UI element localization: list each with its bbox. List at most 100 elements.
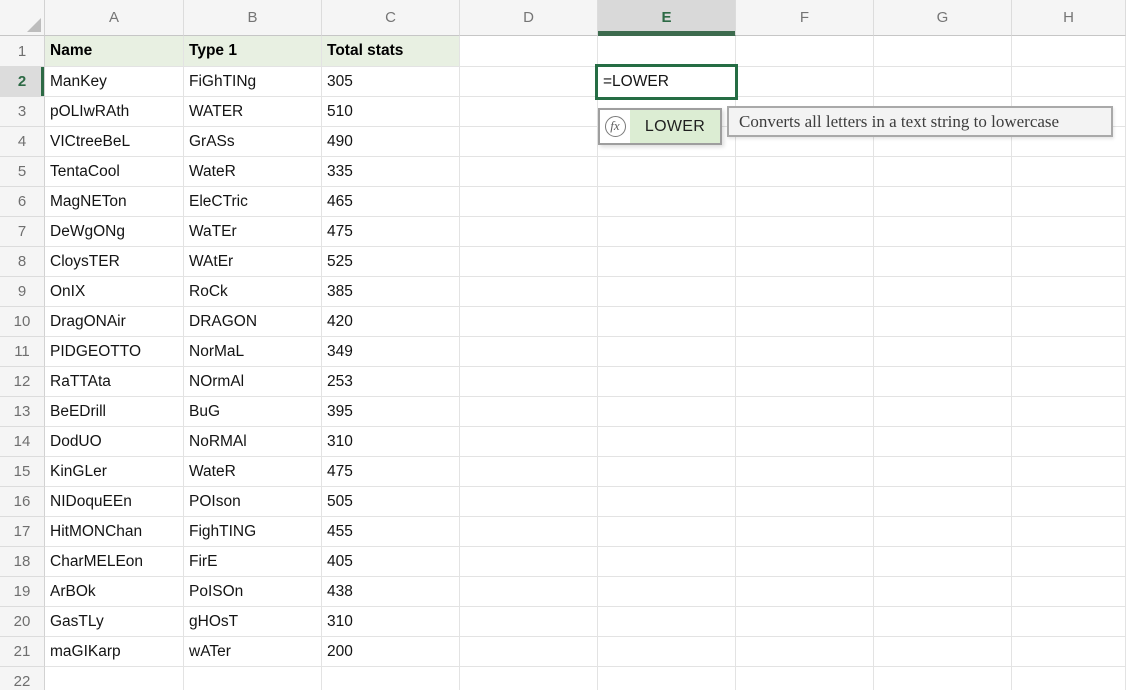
cell-D2[interactable] — [460, 67, 598, 97]
cell-A21[interactable]: maGIKarp — [45, 637, 184, 667]
cell-G7[interactable] — [874, 217, 1012, 247]
cell-C14[interactable]: 310 — [322, 427, 460, 457]
cell-D16[interactable] — [460, 487, 598, 517]
cell-A15[interactable]: KinGLer — [45, 457, 184, 487]
cell-G20[interactable] — [874, 607, 1012, 637]
row-header-16[interactable]: 16 — [0, 487, 45, 517]
cell-E10[interactable] — [598, 307, 736, 337]
row-header-20[interactable]: 20 — [0, 607, 45, 637]
cell-D5[interactable] — [460, 157, 598, 187]
cell-C6[interactable]: 465 — [322, 187, 460, 217]
cell-F10[interactable] — [736, 307, 874, 337]
cell-E11[interactable] — [598, 337, 736, 367]
cell-C2[interactable]: 305 — [322, 67, 460, 97]
cell-D22[interactable] — [460, 667, 598, 690]
cell-E9[interactable] — [598, 277, 736, 307]
cell-C1[interactable]: Total stats — [322, 36, 460, 67]
cell-H20[interactable] — [1012, 607, 1126, 637]
cell-H1[interactable] — [1012, 36, 1126, 67]
autocomplete-item-lower[interactable]: fx LOWER — [600, 110, 720, 143]
row-header-18[interactable]: 18 — [0, 547, 45, 577]
cell-A1[interactable]: Name — [45, 36, 184, 67]
cell-A7[interactable]: DeWgONg — [45, 217, 184, 247]
cell-B20[interactable]: gHOsT — [184, 607, 322, 637]
cell-A20[interactable]: GasTLy — [45, 607, 184, 637]
cell-E8[interactable] — [598, 247, 736, 277]
cell-G17[interactable] — [874, 517, 1012, 547]
cell-D12[interactable] — [460, 367, 598, 397]
cell-D18[interactable] — [460, 547, 598, 577]
column-header-D[interactable]: D — [460, 0, 598, 36]
cell-E1[interactable] — [598, 36, 736, 67]
cell-F7[interactable] — [736, 217, 874, 247]
cell-B4[interactable]: GrASs — [184, 127, 322, 157]
cell-C3[interactable]: 510 — [322, 97, 460, 127]
cell-B15[interactable]: WateR — [184, 457, 322, 487]
row-header-12[interactable]: 12 — [0, 367, 45, 397]
cell-C21[interactable]: 200 — [322, 637, 460, 667]
cell-C4[interactable]: 490 — [322, 127, 460, 157]
cell-H12[interactable] — [1012, 367, 1126, 397]
cell-F22[interactable] — [736, 667, 874, 690]
cell-C13[interactable]: 395 — [322, 397, 460, 427]
cell-C20[interactable]: 310 — [322, 607, 460, 637]
cell-H11[interactable] — [1012, 337, 1126, 367]
row-header-21[interactable]: 21 — [0, 637, 45, 667]
cell-C10[interactable]: 420 — [322, 307, 460, 337]
cell-A12[interactable]: RaTTAta — [45, 367, 184, 397]
cell-B8[interactable]: WAtEr — [184, 247, 322, 277]
cell-D1[interactable] — [460, 36, 598, 67]
cell-E20[interactable] — [598, 607, 736, 637]
cell-H18[interactable] — [1012, 547, 1126, 577]
column-header-H[interactable]: H — [1012, 0, 1126, 36]
row-header-10[interactable]: 10 — [0, 307, 45, 337]
cell-C19[interactable]: 438 — [322, 577, 460, 607]
column-header-F[interactable]: F — [736, 0, 874, 36]
cell-A14[interactable]: DodUO — [45, 427, 184, 457]
cell-F9[interactable] — [736, 277, 874, 307]
cell-G18[interactable] — [874, 547, 1012, 577]
cell-B14[interactable]: NoRMAl — [184, 427, 322, 457]
cell-E16[interactable] — [598, 487, 736, 517]
cell-B17[interactable]: FighTING — [184, 517, 322, 547]
cell-F13[interactable] — [736, 397, 874, 427]
cell-H21[interactable] — [1012, 637, 1126, 667]
cell-A6[interactable]: MagNETon — [45, 187, 184, 217]
cell-C5[interactable]: 335 — [322, 157, 460, 187]
cell-B5[interactable]: WateR — [184, 157, 322, 187]
cell-F21[interactable] — [736, 637, 874, 667]
cell-G6[interactable] — [874, 187, 1012, 217]
cell-A4[interactable]: VICtreeBeL — [45, 127, 184, 157]
select-all-corner[interactable] — [0, 0, 45, 36]
cell-G11[interactable] — [874, 337, 1012, 367]
cell-D8[interactable] — [460, 247, 598, 277]
column-header-C[interactable]: C — [322, 0, 460, 36]
cell-D14[interactable] — [460, 427, 598, 457]
cell-D20[interactable] — [460, 607, 598, 637]
cell-F2[interactable] — [736, 67, 874, 97]
cell-G15[interactable] — [874, 457, 1012, 487]
cell-B11[interactable]: NorMaL — [184, 337, 322, 367]
cell-E7[interactable] — [598, 217, 736, 247]
cell-G8[interactable] — [874, 247, 1012, 277]
column-header-G[interactable]: G — [874, 0, 1012, 36]
cell-B10[interactable]: DRAGON — [184, 307, 322, 337]
cell-F17[interactable] — [736, 517, 874, 547]
cell-G16[interactable] — [874, 487, 1012, 517]
cell-G22[interactable] — [874, 667, 1012, 690]
cell-D9[interactable] — [460, 277, 598, 307]
cell-H14[interactable] — [1012, 427, 1126, 457]
cell-F5[interactable] — [736, 157, 874, 187]
cell-E21[interactable] — [598, 637, 736, 667]
cell-H17[interactable] — [1012, 517, 1126, 547]
cell-C17[interactable]: 455 — [322, 517, 460, 547]
cell-B18[interactable]: FirE — [184, 547, 322, 577]
cell-B7[interactable]: WaTEr — [184, 217, 322, 247]
cell-C7[interactable]: 475 — [322, 217, 460, 247]
cell-E18[interactable] — [598, 547, 736, 577]
cell-A16[interactable]: NIDoquEEn — [45, 487, 184, 517]
cell-C11[interactable]: 349 — [322, 337, 460, 367]
cell-D15[interactable] — [460, 457, 598, 487]
cell-C12[interactable]: 253 — [322, 367, 460, 397]
cell-G12[interactable] — [874, 367, 1012, 397]
